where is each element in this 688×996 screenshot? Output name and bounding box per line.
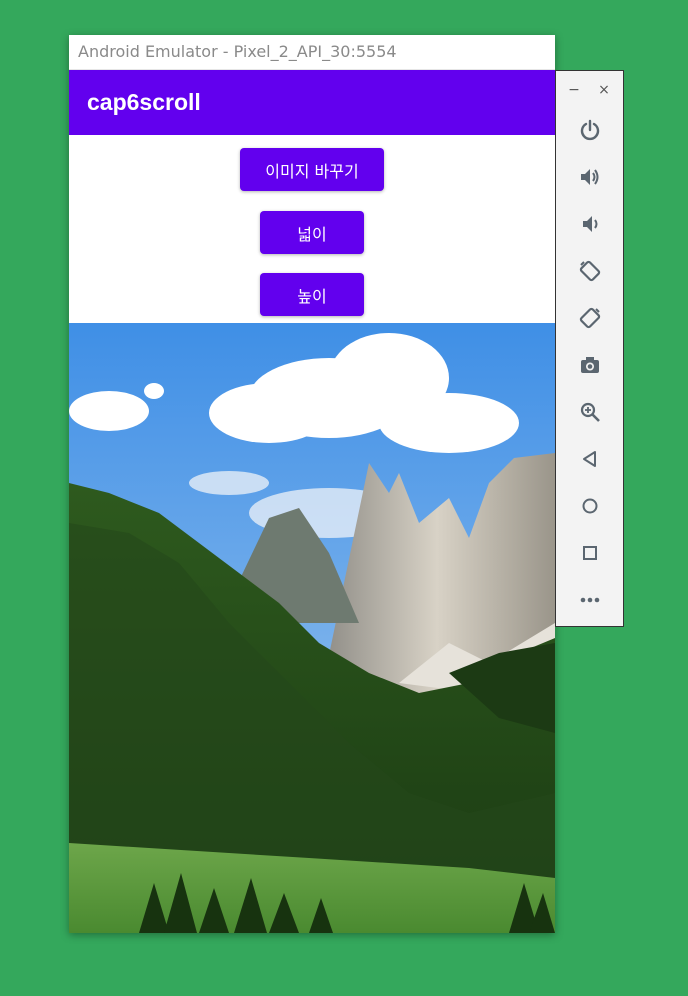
close-button[interactable]: × bbox=[596, 81, 612, 99]
volume-up-icon[interactable] bbox=[574, 161, 606, 193]
volume-down-icon[interactable] bbox=[574, 208, 606, 240]
height-button[interactable]: 높이 bbox=[260, 273, 364, 316]
change-image-button[interactable]: 이미지 바꾸기 bbox=[240, 148, 384, 191]
width-button[interactable]: 넓이 bbox=[260, 211, 364, 254]
back-icon[interactable] bbox=[574, 443, 606, 475]
minimize-button[interactable]: − bbox=[566, 81, 582, 99]
emulator-title: Android Emulator - Pixel_2_API_30:5554 bbox=[69, 35, 555, 70]
emulator-toolbar: − × bbox=[555, 70, 624, 627]
app-title: cap6scroll bbox=[87, 89, 201, 115]
app-content: 이미지 바꾸기 넓이 높이 bbox=[69, 135, 555, 933]
rotate-right-icon[interactable] bbox=[574, 302, 606, 334]
camera-icon[interactable] bbox=[574, 349, 606, 381]
overview-icon[interactable] bbox=[574, 537, 606, 569]
more-icon[interactable] bbox=[574, 584, 606, 616]
home-icon[interactable] bbox=[574, 490, 606, 522]
app-bar: cap6scroll bbox=[69, 70, 555, 135]
rotate-left-icon[interactable] bbox=[574, 255, 606, 287]
emulator-window: Android Emulator - Pixel_2_API_30:5554 c… bbox=[69, 35, 555, 933]
zoom-in-icon[interactable] bbox=[574, 396, 606, 428]
landscape-image bbox=[69, 323, 555, 933]
power-icon[interactable] bbox=[574, 114, 606, 146]
